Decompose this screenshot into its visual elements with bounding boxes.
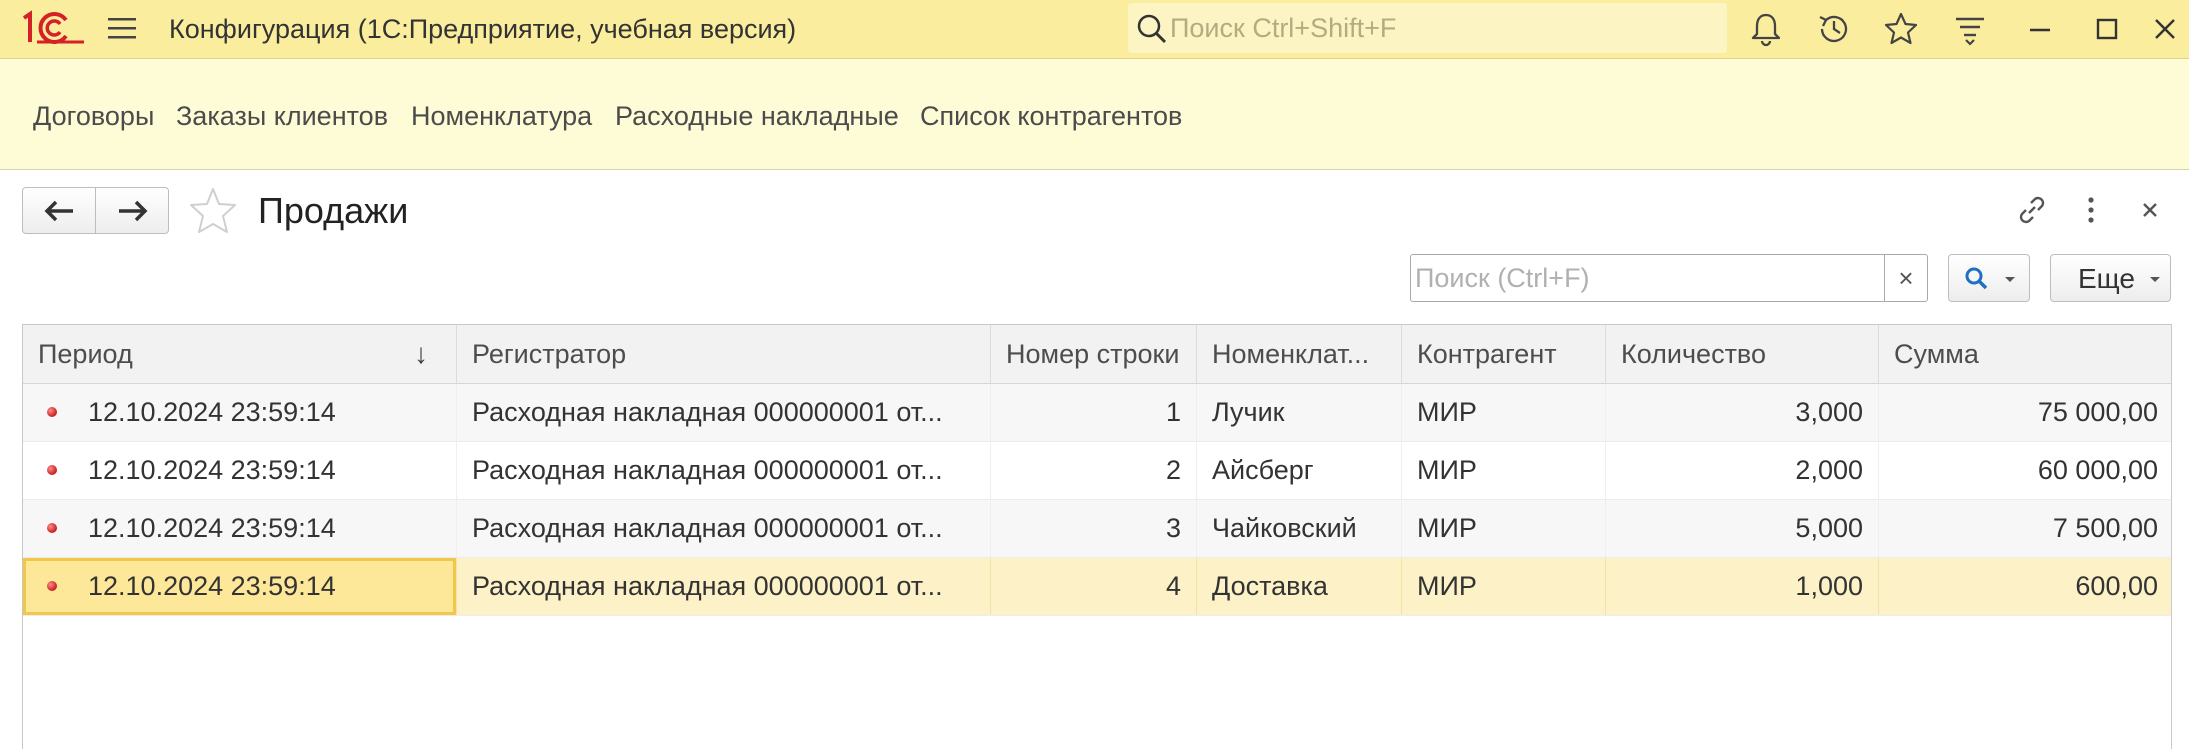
chevron-down-icon: [2150, 277, 2160, 282]
cell-sum: 60 000,00: [1878, 442, 2171, 499]
search-options-button[interactable]: [1948, 254, 2030, 302]
status-dot-icon: [47, 523, 57, 533]
cell-sum: 600,00: [1878, 558, 2171, 615]
cell-nomenclature: Доставка: [1196, 558, 1401, 615]
column-header-registrar[interactable]: Регистратор: [456, 325, 990, 384]
hamburger-menu-icon[interactable]: [106, 14, 138, 42]
maximize-icon[interactable]: [2088, 10, 2126, 48]
cell-quantity: 3,000: [1605, 384, 1878, 441]
star-icon[interactable]: [1882, 10, 1920, 48]
cell-quantity: 5,000: [1605, 500, 1878, 557]
filter-icon[interactable]: [1951, 10, 1989, 48]
cell-line-number: 2: [990, 442, 1196, 499]
cell-registrar: Расходная накладная 000000001 от...: [456, 442, 990, 499]
global-search[interactable]: [1128, 3, 1727, 53]
column-header-counterparty[interactable]: Контрагент: [1401, 325, 1605, 384]
more-vertical-icon[interactable]: [2072, 191, 2110, 229]
chevron-down-icon: [2005, 277, 2015, 282]
cell-sum: 75 000,00: [1878, 384, 2171, 441]
cell-counterparty: МИР: [1401, 384, 1605, 441]
column-header-quantity[interactable]: Количество: [1605, 325, 1878, 384]
cell-sum: 7 500,00: [1878, 500, 2171, 557]
cell-nomenclature: Айсберг: [1196, 442, 1401, 499]
cell-period: 12.10.2024 23:59:14: [88, 397, 336, 427]
cell-period: 12.10.2024 23:59:14: [88, 455, 336, 485]
cell-registrar: Расходная накладная 000000001 от...: [456, 500, 990, 557]
forward-button[interactable]: [96, 188, 169, 233]
minimize-icon[interactable]: [2021, 10, 2059, 48]
sections-panel: Договоры Заказы клиентов Номенклатура Ра…: [0, 59, 2189, 170]
back-arrow-icon: [44, 200, 73, 221]
1c-logo[interactable]: [20, 8, 86, 48]
section-link-client-orders[interactable]: Заказы клиентов: [176, 101, 388, 132]
table-row[interactable]: 12.10.2024 23:59:14 Расходная накладная …: [23, 500, 2171, 558]
more-actions-button[interactable]: Еще: [2050, 254, 2171, 302]
cell-counterparty: МИР: [1401, 442, 1605, 499]
favorite-star-icon[interactable]: [187, 185, 239, 237]
cell-registrar: Расходная накладная 000000001 от...: [456, 384, 990, 441]
back-button[interactable]: [23, 188, 96, 233]
section-link-nomenclature[interactable]: Номенклатура: [411, 101, 592, 132]
list-search-field[interactable]: ×: [1410, 254, 1928, 302]
form-title: Продажи: [258, 190, 409, 231]
column-header-nomenclature[interactable]: Номенклат...: [1196, 325, 1401, 384]
more-actions-label: Еще: [2078, 263, 2135, 294]
cell-counterparty: МИР: [1401, 500, 1605, 557]
list-search-input[interactable]: [1415, 259, 1885, 297]
sales-table: Период ↓ Регистратор Номер строки Номенк…: [22, 324, 2172, 749]
cell-counterparty: МИР: [1401, 558, 1605, 615]
cell-line-number: 1: [990, 384, 1196, 441]
cell-line-number: 4: [990, 558, 1196, 615]
window-title: Конфигурация (1С:Предприятие, учебная ве…: [169, 14, 797, 44]
link-icon[interactable]: [2013, 191, 2051, 229]
column-header-sum[interactable]: Сумма: [1878, 325, 2171, 384]
table-row[interactable]: 12.10.2024 23:59:14 Расходная накладная …: [23, 442, 2171, 500]
cell-nomenclature: Чайковский: [1196, 500, 1401, 557]
history-nav-group: [22, 187, 169, 234]
cell-quantity: 1,000: [1605, 558, 1878, 615]
cell-nomenclature: Лучик: [1196, 384, 1401, 441]
status-dot-icon: [47, 581, 57, 591]
cell-line-number: 3: [990, 500, 1196, 557]
search-icon: [1965, 267, 1988, 290]
sort-descending-icon: ↓: [414, 338, 428, 369]
section-link-sales-invoices[interactable]: Расходные накладные: [615, 101, 899, 132]
section-link-counterparties[interactable]: Список контрагентов: [920, 101, 1182, 132]
global-search-input[interactable]: [1170, 10, 1710, 46]
bell-icon[interactable]: [1747, 10, 1785, 48]
status-dot-icon: [47, 407, 57, 417]
cell-quantity: 2,000: [1605, 442, 1878, 499]
column-header-period[interactable]: Период ↓: [23, 325, 456, 384]
table-header: Период ↓ Регистратор Номер строки Номенк…: [23, 325, 2171, 384]
close-form-icon[interactable]: [2131, 191, 2169, 229]
status-dot-icon: [47, 465, 57, 475]
close-icon[interactable]: [2146, 10, 2184, 48]
history-icon[interactable]: [1815, 10, 1853, 48]
table-row[interactable]: 12.10.2024 23:59:14 Расходная накладная …: [23, 384, 2171, 442]
cell-period: 12.10.2024 23:59:14: [88, 513, 336, 543]
table-row-selected[interactable]: 12.10.2024 23:59:14 Расходная накладная …: [23, 558, 2171, 616]
forward-arrow-icon: [118, 200, 147, 221]
section-link-contracts[interactable]: Договоры: [33, 101, 154, 132]
search-icon: [1137, 14, 1167, 44]
clear-search-button[interactable]: ×: [1884, 255, 1927, 301]
title-bar: Конфигурация (1С:Предприятие, учебная ве…: [0, 0, 2189, 59]
column-header-line-number[interactable]: Номер строки: [990, 325, 1196, 384]
cell-period: 12.10.2024 23:59:14: [88, 571, 336, 601]
cell-registrar: Расходная накладная 000000001 от...: [456, 558, 990, 615]
